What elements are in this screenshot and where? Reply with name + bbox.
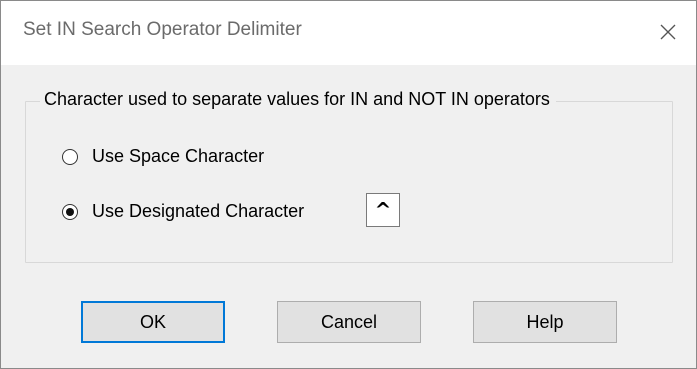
cancel-button[interactable]: Cancel bbox=[277, 301, 421, 343]
use-designated-character-option[interactable]: Use Designated Character bbox=[62, 201, 304, 222]
use-space-character-radio[interactable] bbox=[62, 148, 78, 165]
dialog-window: Set IN Search Operator Delimiter Charact… bbox=[0, 0, 697, 369]
use-space-character-option[interactable]: Use Space Character bbox=[62, 146, 264, 167]
use-designated-character-label: Use Designated Character bbox=[92, 201, 305, 221]
use-space-character-label: Use Space Character bbox=[92, 146, 265, 166]
ok-button[interactable]: OK bbox=[81, 301, 225, 343]
close-button[interactable] bbox=[648, 13, 688, 51]
use-designated-character-radio[interactable] bbox=[62, 203, 78, 220]
close-icon bbox=[660, 24, 676, 40]
designated-character-input[interactable]: ^ bbox=[366, 193, 400, 227]
help-button[interactable]: Help bbox=[473, 301, 617, 343]
dialog-title: Set IN Search Operator Delimiter bbox=[23, 19, 302, 40]
groupbox-legend: Character used to separate values for IN… bbox=[40, 89, 556, 110]
delimiter-groupbox: Character used to separate values for IN… bbox=[25, 89, 673, 263]
title-bar: Set IN Search Operator Delimiter bbox=[1, 1, 696, 65]
